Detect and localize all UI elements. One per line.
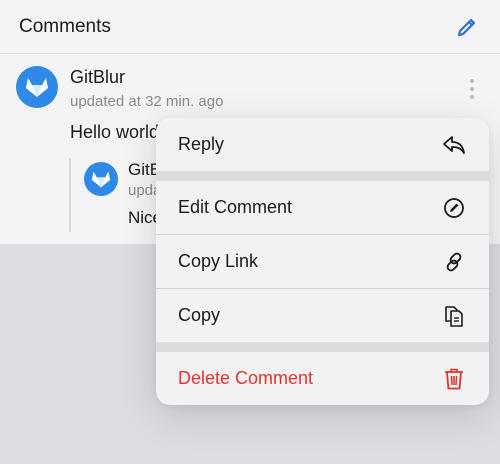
card-title: Comments bbox=[19, 15, 111, 37]
comment-timestamp: updated at 32 min. ago bbox=[70, 93, 224, 110]
reply-arrow-icon bbox=[441, 132, 467, 158]
menu-item-label: Edit Comment bbox=[178, 197, 293, 217]
more-options-icon[interactable] bbox=[468, 79, 476, 103]
trash-icon bbox=[441, 366, 467, 392]
menu-item-edit-comment[interactable]: Edit Comment bbox=[156, 181, 489, 234]
edit-circle-icon bbox=[441, 195, 467, 221]
avatar bbox=[16, 66, 58, 108]
gitlab-logo-icon bbox=[91, 171, 111, 188]
pencil-icon[interactable] bbox=[456, 16, 478, 38]
comment-body: Hello world bbox=[70, 122, 160, 142]
menu-item-label: Copy bbox=[178, 305, 221, 325]
comment-author: GitBlur bbox=[70, 67, 126, 87]
copy-document-icon bbox=[441, 303, 467, 329]
menu-item-label: Reply bbox=[178, 134, 225, 154]
context-menu: Reply Edit Comment Copy Link Copy Delete… bbox=[156, 118, 489, 405]
link-icon bbox=[441, 249, 467, 275]
avatar bbox=[84, 162, 118, 196]
card-header: Comments bbox=[0, 0, 500, 54]
menu-item-delete-comment[interactable]: Delete Comment bbox=[156, 352, 489, 405]
gitlab-logo-icon bbox=[26, 78, 48, 97]
menu-group-divider bbox=[156, 171, 489, 181]
menu-item-label: Copy Link bbox=[178, 251, 259, 271]
menu-item-reply[interactable]: Reply bbox=[156, 118, 489, 171]
menu-item-copy[interactable]: Copy bbox=[156, 289, 489, 342]
menu-item-label: Delete Comment bbox=[178, 368, 314, 388]
menu-group-divider bbox=[156, 342, 489, 352]
menu-item-copy-link[interactable]: Copy Link bbox=[156, 235, 489, 288]
